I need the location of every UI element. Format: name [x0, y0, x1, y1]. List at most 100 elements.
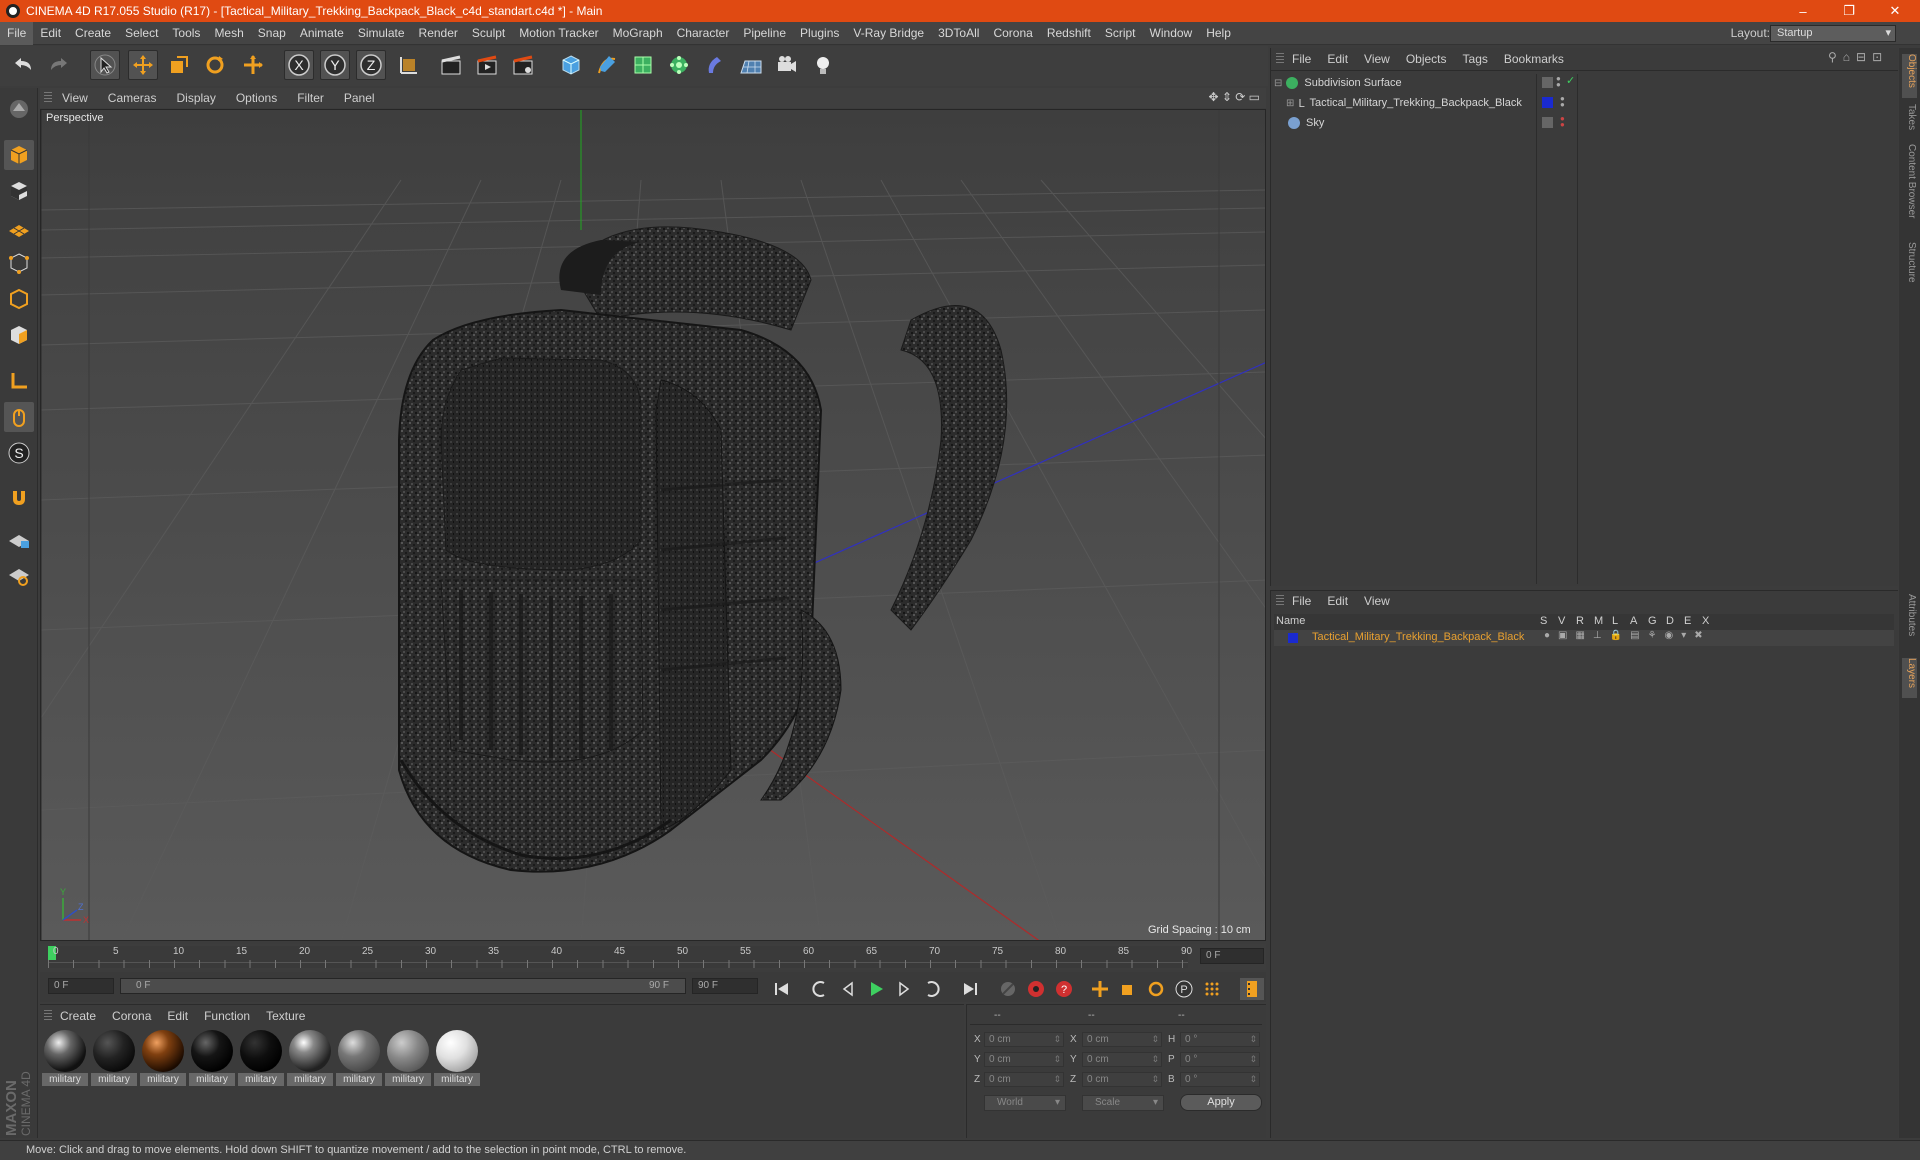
rot-b-field[interactable]: 0 ° — [1180, 1072, 1260, 1087]
menu-mograph[interactable]: MoGraph — [606, 22, 670, 45]
size-z-field[interactable]: 0 cm — [1082, 1072, 1162, 1087]
previous-key-button[interactable] — [808, 978, 832, 1000]
material-menu-create[interactable]: Create — [52, 1009, 104, 1023]
snap-button[interactable]: S — [4, 438, 34, 468]
key-position-button[interactable] — [1088, 978, 1112, 1000]
add-camera-button[interactable] — [772, 50, 802, 80]
minimize-button[interactable]: – — [1780, 0, 1826, 22]
tree-collapse-icon[interactable]: ⊟ — [1274, 78, 1282, 89]
material-menu-edit[interactable]: Edit — [159, 1009, 196, 1023]
tree-expand-icon[interactable]: ⊞ — [1286, 98, 1294, 109]
tab-content-browser[interactable]: Content Browser — [1902, 144, 1917, 234]
viewport-menu-cameras[interactable]: Cameras — [98, 91, 167, 105]
object-menu-file[interactable]: File — [1284, 52, 1319, 66]
pos-z-field[interactable]: 0 cm — [984, 1072, 1064, 1087]
close-button[interactable]: ✕ — [1872, 0, 1918, 22]
material-menu-corona[interactable]: Corona — [104, 1009, 159, 1023]
menu-plugins[interactable]: Plugins — [793, 22, 846, 45]
layer-row[interactable]: Tactical_Military_Trekking_Backpack_Blac… — [1274, 630, 1894, 646]
timeline-ruler[interactable]: 0 5 10 15 20 25 30 35 40 45 50 55 60 65 … — [40, 944, 1266, 970]
layer-color-swatch[interactable] — [1542, 97, 1553, 108]
render-settings-button[interactable] — [508, 50, 538, 80]
object-menu-objects[interactable]: Objects — [1398, 52, 1455, 66]
menu-character[interactable]: Character — [670, 22, 737, 45]
rot-p-field[interactable]: 0 ° — [1180, 1052, 1260, 1067]
key-scale-button[interactable] — [1116, 978, 1140, 1000]
y-axis-lock-button[interactable]: Y — [320, 50, 350, 80]
home-icon[interactable]: ⌂ — [1843, 50, 1850, 68]
visibility-dots[interactable]: ● ● — [1560, 95, 1565, 109]
viewport-menu-options[interactable]: Options — [226, 91, 287, 105]
viewport-menu-view[interactable]: View — [52, 91, 98, 105]
menu-simulate[interactable]: Simulate — [351, 22, 412, 45]
start-frame-field[interactable]: 0 F — [48, 978, 114, 994]
add-cube-button[interactable] — [556, 50, 586, 80]
coordinate-system-button[interactable] — [394, 50, 424, 80]
tab-layers[interactable]: Layers — [1902, 658, 1917, 698]
menu-script[interactable]: Script — [1098, 22, 1143, 45]
menu-file[interactable]: File — [0, 21, 34, 45]
object-row-subdivision-surface[interactable]: ⊟ Subdivision Surface — [1274, 74, 1538, 92]
search-icon[interactable]: ⚲ — [1828, 50, 1837, 68]
layer-color-swatch[interactable] — [1288, 633, 1298, 643]
render-to-picture-viewer-button[interactable] — [472, 50, 502, 80]
menu-help[interactable]: Help — [1199, 22, 1238, 45]
scale-tool[interactable] — [164, 50, 194, 80]
viewport-menu-display[interactable]: Display — [166, 91, 225, 105]
tab-structure[interactable]: Structure — [1902, 242, 1917, 292]
enabled-check-icon[interactable]: ✓ — [1566, 74, 1575, 87]
object-menu-tags[interactable]: Tags — [1455, 52, 1496, 66]
material-swatch[interactable]: military — [238, 1028, 284, 1088]
layout-select[interactable]: Startup — [1770, 25, 1896, 42]
tab-takes[interactable]: Takes — [1902, 104, 1917, 138]
material-swatch[interactable]: military — [385, 1028, 431, 1088]
pos-y-field[interactable]: 0 cm — [984, 1052, 1064, 1067]
workplane-mode-button[interactable] — [4, 212, 34, 242]
size-mode-select[interactable]: Scale — [1082, 1095, 1164, 1111]
object-menu-edit[interactable]: Edit — [1319, 52, 1356, 66]
menu-create[interactable]: Create — [68, 22, 118, 45]
menu-mesh[interactable]: Mesh — [207, 22, 250, 45]
layer-col-view[interactable]: V — [1558, 615, 1565, 627]
key-rotation-button[interactable] — [1144, 978, 1168, 1000]
collapse-icon[interactable]: ⊟ — [1856, 50, 1866, 68]
menu-render[interactable]: Render — [412, 22, 465, 45]
layer-panel-grip[interactable] — [1276, 595, 1284, 607]
restore-button[interactable]: ❐ — [1826, 0, 1872, 22]
frame-range-slider[interactable]: 0 F 90 F — [120, 978, 686, 994]
add-generator-button[interactable] — [628, 50, 658, 80]
z-axis-lock-button[interactable]: Z — [356, 50, 386, 80]
viewport-menu-panel[interactable]: Panel — [334, 91, 385, 105]
tab-attributes[interactable]: Attributes — [1902, 594, 1917, 650]
next-frame-button[interactable] — [892, 978, 916, 1000]
material-menu-function[interactable]: Function — [196, 1009, 258, 1023]
viewport-menu-filter[interactable]: Filter — [287, 91, 334, 105]
layer-col-render[interactable]: R — [1576, 615, 1584, 627]
material-swatch[interactable]: military — [287, 1028, 333, 1088]
menu-sculpt[interactable]: Sculpt — [465, 22, 512, 45]
menu-select[interactable]: Select — [118, 22, 165, 45]
apply-button[interactable]: Apply — [1180, 1094, 1262, 1111]
size-y-field[interactable]: 0 cm — [1082, 1052, 1162, 1067]
magnet-button[interactable] — [4, 482, 34, 512]
layer-col-animation[interactable]: A — [1630, 615, 1637, 627]
layer-col-locked[interactable]: L — [1612, 615, 1618, 627]
planar-workplane-button[interactable] — [4, 560, 34, 590]
menu-snap[interactable]: Snap — [251, 22, 293, 45]
layer-tag-icon[interactable] — [1542, 77, 1553, 88]
add-array-button[interactable] — [664, 50, 694, 80]
3d-viewport[interactable]: Y X Z — [40, 109, 1266, 941]
object-menu-view[interactable]: View — [1356, 52, 1398, 66]
layer-col-deformers[interactable]: D — [1666, 615, 1674, 627]
add-deformer-button[interactable] — [700, 50, 730, 80]
make-editable-button[interactable] — [4, 94, 34, 124]
menu-redshift[interactable]: Redshift — [1040, 22, 1098, 45]
layer-name[interactable]: Tactical_Military_Trekking_Backpack_Blac… — [1312, 631, 1524, 643]
next-key-button[interactable] — [920, 978, 944, 1000]
object-menu-bookmarks[interactable]: Bookmarks — [1496, 52, 1572, 66]
add-spline-button[interactable] — [592, 50, 622, 80]
visibility-dots[interactable]: ● ● — [1560, 115, 1565, 129]
menu-edit[interactable]: Edit — [33, 22, 68, 45]
previous-frame-button[interactable] — [836, 978, 860, 1000]
material-swatch[interactable]: military — [42, 1028, 88, 1088]
